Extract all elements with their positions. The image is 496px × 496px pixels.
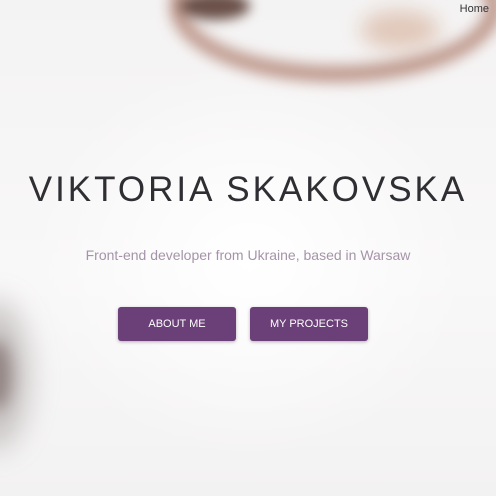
- hero-name: VIKTORIA SKAKOVSKA: [28, 170, 468, 209]
- my-projects-button[interactable]: MY PROJECTS: [250, 307, 368, 341]
- hero-tagline: Front-end developer from Ukraine, based …: [85, 247, 411, 263]
- nav-home-link[interactable]: Home: [460, 3, 489, 15]
- about-me-button[interactable]: ABOUT ME: [118, 307, 236, 341]
